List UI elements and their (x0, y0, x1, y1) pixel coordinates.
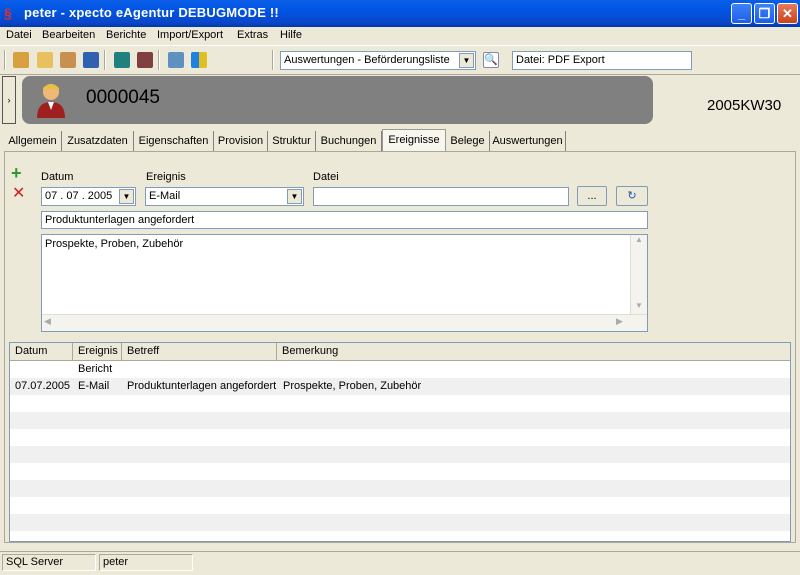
menu-extras[interactable]: Extras (237, 29, 268, 41)
chevron-down-icon[interactable]: ▼ (119, 189, 134, 204)
datei-label: Datei (313, 171, 339, 183)
vertical-scrollbar[interactable]: ▲ ▼ (630, 235, 647, 315)
toolbar-separator (158, 50, 160, 70)
empty-row (10, 514, 790, 531)
tab-eigenschaften[interactable]: Eigenschaften (134, 131, 214, 151)
empty-row (10, 395, 790, 412)
record-number: 0000045 (86, 87, 160, 108)
add-icon[interactable]: + (11, 164, 22, 182)
toolbar-separator (272, 50, 274, 70)
window-title: peter - xpecto eAgentur DEBUGMODE !! (24, 5, 279, 20)
bemerkung-textarea[interactable]: Prospekte, Proben, Zubehör ▲ ▼ ◀ ▶ (41, 234, 648, 332)
minimize-button[interactable]: _ (731, 3, 752, 24)
empty-row (10, 463, 790, 480)
export-field-value: Datei: PDF Export (516, 54, 605, 66)
maximize-icon: ❐ (758, 6, 771, 21)
report-select[interactable]: Auswertungen - Beförderungsliste ▼ (280, 51, 476, 70)
toolbar-separator (104, 50, 106, 70)
menu-import-export[interactable]: Import/Export (157, 29, 223, 41)
minimize-icon: _ (737, 6, 746, 21)
export-icon[interactable] (168, 52, 184, 68)
datei-input[interactable] (313, 187, 569, 206)
horizontal-scrollbar[interactable]: ◀ ▶ (42, 314, 647, 331)
refresh-icon: ↻ (627, 190, 637, 202)
calendar-week: 2005KW30 (707, 97, 782, 114)
row-betreff: Produktunterlagen angefordert (127, 380, 277, 392)
tab-provision[interactable]: Provision (214, 131, 268, 151)
report-select-value: Auswertungen - Beförderungsliste (284, 54, 450, 66)
menu-datei[interactable]: Datei (6, 29, 32, 41)
maximize-button[interactable]: ❐ (754, 3, 775, 24)
tab-buchungen[interactable]: Buchungen (316, 131, 382, 151)
save-icon[interactable] (83, 52, 99, 68)
chevron-down-icon[interactable]: ▼ (287, 189, 302, 204)
delete-icon[interactable]: ✕ (12, 185, 25, 203)
menu-berichte[interactable]: Berichte (106, 29, 146, 41)
datum-field[interactable]: 07 . 07 . 2005 ▼ (41, 187, 136, 206)
table-group-row: Bericht (10, 361, 790, 378)
toolbar-grip (4, 50, 6, 70)
browse-button[interactable]: ... (577, 186, 607, 206)
row-datum: 07.07.2005 (15, 380, 71, 392)
close-icon: ✕ (782, 6, 793, 21)
open-file-button[interactable]: ↻ (616, 186, 648, 206)
export-field[interactable]: Datei: PDF Export (512, 51, 692, 70)
events-table[interactable]: Datum Ereignis Betreff Bemerkung Bericht… (9, 342, 791, 542)
empty-row (10, 497, 790, 514)
menu-hilfe[interactable]: Hilfe (280, 29, 302, 41)
scroll-left-icon[interactable]: ◀ (44, 316, 51, 327)
column-datum[interactable]: Datum (10, 343, 73, 360)
status-server: SQL Server (2, 554, 96, 571)
scroll-right-icon[interactable]: ▶ (616, 316, 623, 327)
group-label: Bericht (78, 363, 113, 375)
tab-ereignisse[interactable]: Ereignisse (382, 129, 446, 151)
tab-struktur[interactable]: Struktur (268, 131, 316, 151)
status-bar: SQL Server peter (0, 551, 800, 575)
menu-bearbeiten[interactable]: Bearbeiten (42, 29, 95, 41)
empty-row (10, 446, 790, 463)
betreff-input[interactable]: Produktunterlagen angefordert (41, 211, 648, 229)
row-bemerkung: Prospekte, Proben, Zubehör (283, 380, 422, 392)
app-icon[interactable]: § (4, 5, 20, 21)
grid-icon[interactable] (191, 52, 207, 68)
menu-bar: Datei Bearbeiten Berichte Import/Export … (0, 27, 800, 45)
book-icon[interactable] (114, 52, 130, 68)
preview-icon[interactable]: 🔍 (483, 52, 499, 68)
chevron-right-icon: › (7, 95, 11, 105)
datum-label: Datum (41, 171, 74, 183)
table-row[interactable]: 07.07.2005 E-Mail Produktunterlagen ange… (10, 378, 790, 395)
bemerkung-value: Prospekte, Proben, Zubehör (45, 238, 184, 250)
user-search-icon[interactable] (60, 52, 76, 68)
tab-allgemein[interactable]: Allgemein (4, 131, 62, 151)
betreff-value: Produktunterlagen angefordert (45, 214, 195, 226)
row-ereignis: E-Mail (78, 380, 110, 392)
scroll-down-icon[interactable]: ▼ (631, 301, 647, 315)
column-betreff[interactable]: Betreff (122, 343, 277, 360)
new-document-icon[interactable] (37, 52, 53, 68)
scroll-up-icon[interactable]: ▲ (631, 235, 647, 249)
empty-row (10, 412, 790, 429)
users-icon[interactable] (13, 52, 29, 68)
toolbar: Auswertungen - Beförderungsliste ▼ 🔍 Dat… (0, 45, 800, 114)
table-header: Datum Ereignis Betreff Bemerkung (10, 343, 790, 361)
title-bar[interactable]: § peter - xpecto eAgentur DEBUGMODE !! _… (0, 0, 800, 27)
empty-row (10, 429, 790, 446)
user-avatar-icon (37, 84, 65, 118)
chevron-down-icon[interactable]: ▼ (459, 53, 474, 68)
ereignis-label: Ereignis (146, 171, 186, 183)
column-ereignis[interactable]: Ereignis (73, 343, 122, 360)
record-header: 0000045 (22, 76, 653, 124)
ereignis-value: E-Mail (149, 190, 181, 202)
tab-belege[interactable]: Belege (446, 131, 490, 151)
datum-value: 07 . 07 . 2005 (45, 190, 113, 202)
tab-auswertungen[interactable]: Auswertungen (490, 131, 566, 151)
close-button[interactable]: ✕ (777, 3, 798, 24)
tab-zusatzdaten[interactable]: Zusatzdaten (62, 131, 134, 151)
empty-row (10, 480, 790, 497)
status-user: peter (99, 554, 193, 571)
column-bemerkung[interactable]: Bemerkung (277, 343, 790, 360)
report-icon[interactable] (137, 52, 153, 68)
side-panel-toggle[interactable]: › (2, 76, 16, 124)
ereignis-select[interactable]: E-Mail ▼ (145, 187, 304, 206)
